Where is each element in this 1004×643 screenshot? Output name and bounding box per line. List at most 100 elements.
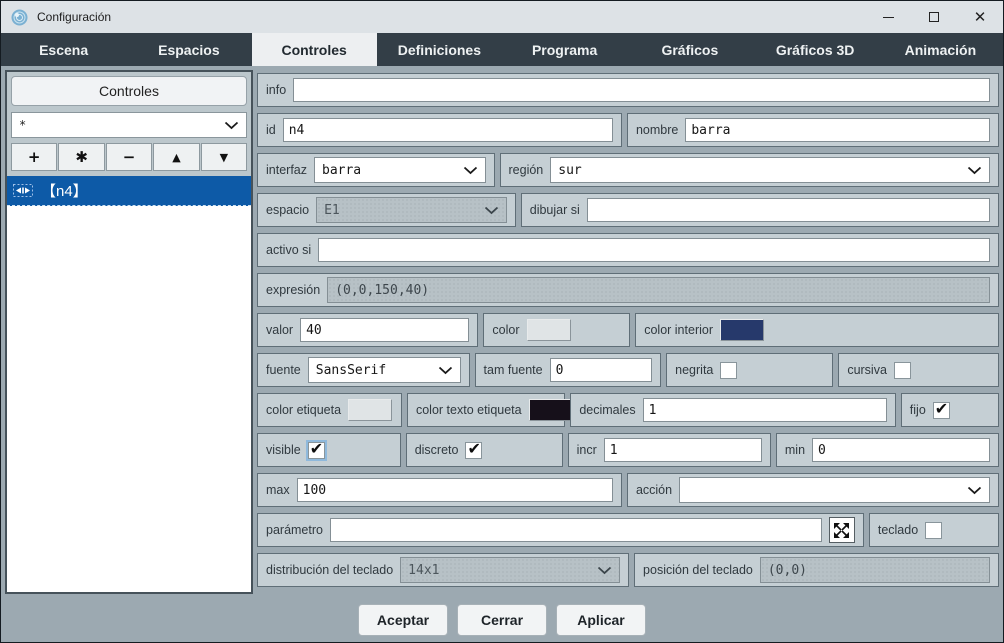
expresion-value-field: (0,0,150,40)	[327, 277, 990, 303]
control-properties-form: infoid nombre interfazbarraregiónsurespaci…	[257, 70, 999, 594]
form-row: fuenteSansSeriftam fuentenegritacursiva	[257, 350, 999, 390]
form-row: color etiquetacolor texto etiquetadecima…	[257, 390, 999, 430]
color-interior-swatch[interactable]	[720, 319, 764, 341]
tab-graficos[interactable]: Gráficos	[627, 33, 752, 66]
form-row: info	[257, 70, 999, 110]
interfaz-group: interfazbarra	[257, 153, 495, 187]
decimales-group: decimales	[570, 393, 895, 427]
move-down-button[interactable]: ▼	[201, 143, 247, 171]
color-swatch[interactable]	[527, 319, 571, 341]
form-row: distribución del teclado14x1posición del…	[257, 550, 999, 590]
min-input[interactable]	[812, 438, 990, 462]
color-texto-etiqueta-group: color texto etiqueta	[407, 393, 565, 427]
checkbox-check-icon: ✔	[935, 399, 948, 418]
fuente-label: fuente	[266, 363, 301, 377]
teclado-group: teclado	[869, 513, 999, 547]
window-title: Configuración	[37, 10, 111, 24]
incr-input[interactable]	[604, 438, 762, 462]
teclado-checkbox[interactable]	[925, 522, 942, 539]
sidebar-title-button[interactable]: Controles	[11, 76, 247, 106]
region-select[interactable]: sur	[550, 157, 990, 183]
fuente-select[interactable]: SansSerif	[308, 357, 461, 383]
tab-escena[interactable]: Escena	[1, 33, 126, 66]
form-row: visible✔discreto✔incrmin	[257, 430, 999, 470]
info-input[interactable]	[293, 78, 990, 102]
accion-label: acción	[636, 483, 672, 497]
nombre-label: nombre	[636, 123, 678, 137]
form-row: espacioE1 dibujar si	[257, 190, 999, 230]
fuente-value: SansSerif	[316, 363, 438, 378]
close-button[interactable]: ✕	[957, 1, 1003, 33]
accion-group: acción	[627, 473, 999, 507]
tam-fuente-input[interactable]	[550, 358, 653, 382]
aplicar-button[interactable]: Aplicar	[556, 604, 646, 636]
id-input[interactable]	[283, 118, 613, 142]
add-button[interactable]: +	[11, 143, 57, 171]
cursiva-checkbox[interactable]	[894, 362, 911, 379]
dibujar-si-label: dibujar si	[530, 203, 580, 217]
color-texto-etiqueta-swatch[interactable]	[529, 399, 573, 421]
expand-icon	[833, 522, 850, 539]
form-row: max acción	[257, 470, 999, 510]
form-row: interfazbarraregiónsur	[257, 150, 999, 190]
parametro-input[interactable]	[330, 518, 822, 542]
controls-filter-select[interactable]: *	[11, 112, 247, 138]
discreto-checkbox[interactable]: ✔	[465, 442, 482, 459]
cursiva-group: cursiva	[838, 353, 999, 387]
maximize-button[interactable]	[911, 1, 957, 33]
decimales-input[interactable]	[643, 398, 887, 422]
discreto-label: discreto	[415, 443, 459, 457]
parametro-group: parámetro	[257, 513, 864, 547]
maximize-icon	[929, 12, 939, 22]
espacio-select: E1	[316, 197, 507, 223]
duplicate-button[interactable]: ✱	[58, 143, 104, 171]
visible-checkbox[interactable]: ✔	[308, 442, 325, 459]
color-etiqueta-swatch[interactable]	[348, 399, 392, 421]
max-input[interactable]	[297, 478, 613, 502]
slider-control-icon	[13, 184, 33, 197]
max-label: max	[266, 483, 290, 497]
list-toolbar: +✱−▲▼	[11, 143, 247, 171]
tab-controles[interactable]: Controles	[252, 33, 377, 66]
window-controls: ✕	[865, 1, 1003, 33]
interfaz-select[interactable]: barra	[314, 157, 486, 183]
valor-input[interactable]	[300, 318, 469, 342]
id-group: id	[257, 113, 622, 147]
espacio-group: espacioE1	[257, 193, 516, 227]
form-row: activo si	[257, 230, 999, 270]
remove-button[interactable]: −	[106, 143, 152, 171]
expand-button[interactable]	[829, 517, 855, 543]
checkbox-check-icon: ✔	[310, 439, 323, 458]
minimize-button[interactable]	[865, 1, 911, 33]
teclado-label: teclado	[878, 523, 918, 537]
aceptar-button[interactable]: Aceptar	[358, 604, 448, 636]
tab-programa[interactable]: Programa	[502, 33, 627, 66]
tam-fuente-label: tam fuente	[484, 363, 543, 377]
list-item[interactable]: 【n4】	[7, 176, 251, 206]
nombre-input[interactable]	[685, 118, 990, 142]
dibujar-si-input[interactable]	[587, 198, 990, 222]
activo-si-input[interactable]	[318, 238, 990, 262]
tab-espacios[interactable]: Espacios	[126, 33, 251, 66]
fijo-checkbox[interactable]: ✔	[933, 402, 950, 419]
controls-sidebar: Controles * +✱−▲▼ 【n4】	[5, 70, 253, 594]
posicion-del-teclado-group: posición del teclado(0,0)	[634, 553, 999, 587]
interfaz-value: barra	[322, 163, 463, 178]
negrita-checkbox[interactable]	[720, 362, 737, 379]
distribucion-del-teclado-select: 14x1	[400, 557, 620, 583]
color-label: color	[492, 323, 519, 337]
filter-value: *	[19, 118, 224, 132]
title-bar: Configuración ✕	[1, 1, 1003, 33]
list-item-label: 【n4】	[41, 180, 88, 201]
tab-animacion[interactable]: Animación	[878, 33, 1003, 66]
tab-definiciones[interactable]: Definiciones	[377, 33, 502, 66]
activo-si-group: activo si	[257, 233, 999, 267]
checkbox-check-icon: ✔	[467, 439, 480, 458]
cerrar-button[interactable]: Cerrar	[457, 604, 547, 636]
tab-graficos-3d[interactable]: Gráficos 3D	[753, 33, 878, 66]
accion-select[interactable]	[679, 477, 990, 503]
tam-fuente-group: tam fuente	[475, 353, 662, 387]
form-row: valorcolorcolor interior	[257, 310, 999, 350]
move-up-button[interactable]: ▲	[153, 143, 199, 171]
expresion-label: expresión	[266, 283, 320, 297]
